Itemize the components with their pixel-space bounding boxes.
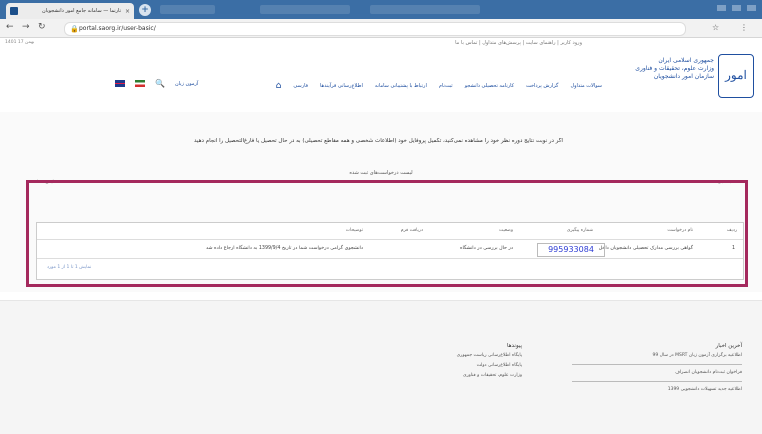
- requests-table: ردیف نام درخواست شماره پیگیری وضعیت دریا…: [36, 222, 744, 280]
- date-text: 1401 بهمن 17: [5, 40, 35, 45]
- col-index: ردیف: [726, 228, 737, 233]
- site-header: امور جمهوری اسلامی ایران وزارت علوم، تحق…: [0, 49, 762, 112]
- news-column: آخرین اخبار اطلاعیه برگزاری آزمون زبان M…: [572, 341, 742, 395]
- tracking-number[interactable]: 995933084: [537, 243, 605, 257]
- tab-title: تارنما — سامانه جامع امور دانشجویان: [42, 8, 121, 14]
- col-tracking: شماره پیگیری: [566, 228, 593, 233]
- footer-link[interactable]: پایگاه اطلاع‌رسانی دولت: [382, 361, 522, 371]
- table-header: ردیف نام درخواست شماره پیگیری وضعیت دریا…: [37, 223, 743, 240]
- row-status: در حال بررسی در دانشگاه: [460, 246, 513, 251]
- persian-flag-icon[interactable]: [135, 80, 145, 87]
- table-footer: نمایش 1 تا 1 از 1 مورد: [37, 262, 743, 276]
- home-icon[interactable]: ⌂: [276, 81, 282, 91]
- background-tab[interactable]: [260, 5, 350, 14]
- col-status: وضعیت: [499, 228, 513, 233]
- main-menu: ⌂ فارسی اطلاع‌رسانی فرآیندها ارتباط با پ…: [276, 81, 602, 91]
- news-item[interactable]: فراخوان ثبت‌نام دانشجویان انصراف: [572, 368, 742, 378]
- divider: [572, 364, 742, 365]
- pagination-info: نمایش 1 تا 1 از 1 مورد: [47, 265, 92, 270]
- star-icon[interactable]: ☆: [712, 23, 719, 32]
- news-title: آخرین اخبار: [715, 343, 742, 349]
- menu-item[interactable]: اطلاع‌رسانی فرآیندها: [320, 83, 363, 89]
- col-description: توضیحات: [345, 228, 363, 233]
- col-name: نام درخواست: [667, 228, 693, 233]
- background-tab[interactable]: [160, 5, 215, 14]
- reload-icon[interactable]: ↻: [38, 22, 46, 32]
- menu-item[interactable]: ثبت‌نام: [439, 83, 453, 89]
- col-form: دریافت فرم: [400, 228, 423, 233]
- site-favicon-icon: [10, 7, 18, 15]
- links-title: پیوندها: [506, 343, 522, 349]
- window-controls[interactable]: [717, 5, 756, 11]
- exam-link[interactable]: آزمون زبان: [175, 81, 198, 87]
- english-flag-icon[interactable]: [115, 80, 125, 87]
- footer-link[interactable]: پایگاه اطلاع‌رسانی ریاست جمهوری: [382, 351, 522, 361]
- row-description: دانشجوی گرامی درخواست شما در تاریخ 1399/…: [206, 246, 363, 251]
- menu-extra: 🔍 آزمون زبان: [115, 79, 198, 88]
- back-icon[interactable]: ←: [6, 22, 14, 32]
- close-tab-icon[interactable]: ×: [125, 8, 130, 15]
- menu-item[interactable]: گزارش پرداخت: [526, 83, 558, 89]
- menu-item[interactable]: سوالات متداول: [570, 83, 602, 89]
- notice-text: اگر در نوبت نتایج دوره نظر خود را مشاهده…: [194, 138, 563, 144]
- table-row[interactable]: 1 گواهی بررسی مدارک تحصیلی دانشجویان داخ…: [37, 240, 743, 259]
- list-title: لیست درخواست‌های ثبت شده: [349, 170, 413, 176]
- news-item[interactable]: اطلاعیه برگزاری آزمون زبان MSRT در سال 9…: [572, 351, 743, 361]
- search-icon[interactable]: 🔍: [155, 79, 165, 88]
- menu-item[interactable]: کارنامه تحصیلی دانشجو: [465, 83, 514, 89]
- org-logo[interactable]: امور: [718, 54, 754, 98]
- row-name: گواهی بررسی مدارک تحصیلی دانشجویان داخل: [598, 246, 693, 251]
- address-bar[interactable]: 🔒 portal.saorg.ir/user-basic/: [64, 22, 686, 36]
- menu-item[interactable]: ارتباط با پشتیبانی سامانه: [375, 83, 427, 89]
- url-text: portal.saorg.ir/user-basic/: [79, 25, 156, 32]
- lock-icon: 🔒: [70, 25, 79, 33]
- background-tab[interactable]: [370, 5, 480, 14]
- org-name: جمهوری اسلامی ایران وزارت علوم، تحقیقات …: [635, 57, 714, 80]
- links-column: پیوندها پایگاه اطلاع‌رسانی ریاست جمهوری …: [382, 341, 522, 381]
- news-item[interactable]: اطلاعیه جدید تسهیلات دانشجویی 1399: [572, 385, 742, 395]
- divider: [572, 381, 742, 382]
- site-footer: آخرین اخبار اطلاعیه برگزاری آزمون زبان M…: [0, 300, 762, 434]
- browser-tab[interactable]: تارنما — سامانه جامع امور دانشجویان ×: [6, 3, 134, 19]
- new-tab-button[interactable]: +: [139, 4, 151, 16]
- utility-links[interactable]: ورود کاربر | راهنمای سایت | پرسش‌های متد…: [455, 40, 582, 46]
- browser-nav-bar: ← → ↻ 🔒 portal.saorg.ir/user-basic/ ☆ ⋮: [0, 19, 762, 38]
- browser-tab-bar: تارنما — سامانه جامع امور دانشجویان × +: [0, 0, 762, 19]
- menu-item[interactable]: فارسی: [293, 83, 308, 89]
- row-index: 1: [731, 246, 735, 251]
- menu-dots-icon[interactable]: ⋮: [740, 23, 748, 32]
- forward-icon[interactable]: →: [22, 22, 30, 32]
- footer-link[interactable]: وزارت علوم، تحقیقات و فناوری: [382, 371, 522, 381]
